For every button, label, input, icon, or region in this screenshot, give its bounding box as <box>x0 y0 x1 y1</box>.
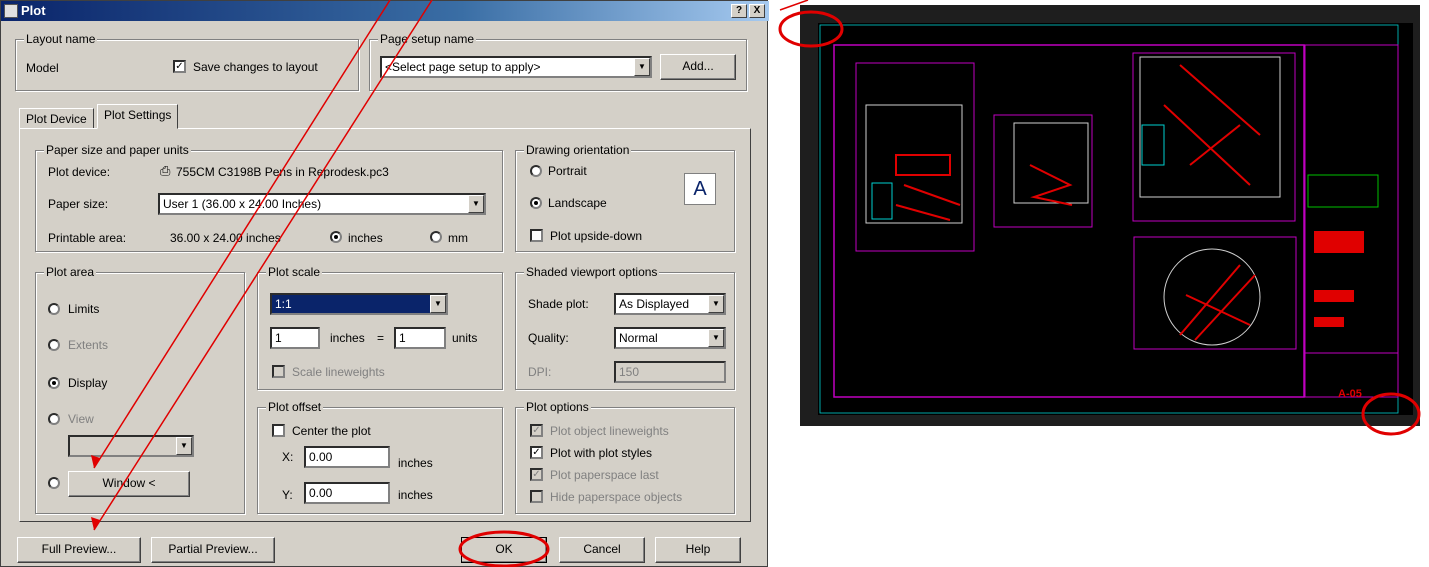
annotation-top-left-circle <box>778 10 844 48</box>
annotation-arrow-corner <box>779 0 809 11</box>
annotation-bottom-right-circle <box>1361 392 1421 436</box>
annotation-arrow-preview <box>93 0 433 531</box>
annotation-ok-circle <box>458 530 550 567</box>
tab-plot-settings[interactable]: Plot Settings <box>97 104 179 129</box>
annotation-arrow-window <box>93 0 391 469</box>
annotation-overlay <box>91 0 1421 567</box>
